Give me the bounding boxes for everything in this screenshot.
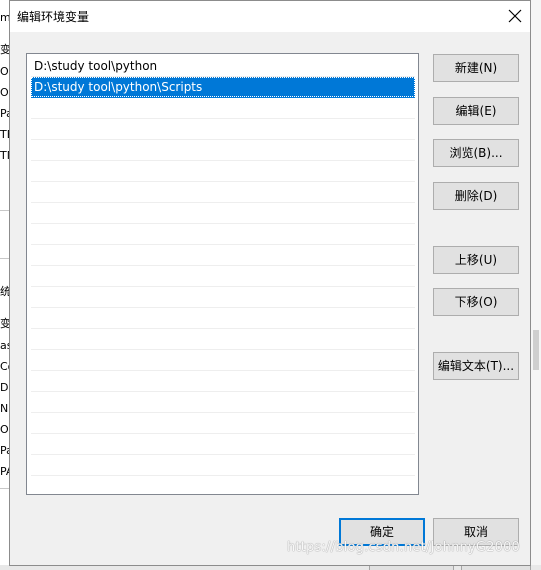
path-list[interactable]: D:\study tool\python D:\study tool\pytho… (26, 53, 419, 495)
path-list-empty-row[interactable] (31, 224, 415, 245)
path-list-empty-row[interactable] (31, 413, 415, 434)
edit-environment-variable-dialog: 编辑环境变量 D:\study tool\python D:\study too… (9, 0, 531, 566)
move-up-button[interactable]: 上移(U) (433, 246, 519, 274)
path-list-empty-row[interactable] (31, 350, 415, 371)
browse-button[interactable]: 浏览(B)... (433, 139, 519, 167)
path-list-empty-row[interactable] (31, 371, 415, 392)
path-list-empty-row[interactable] (31, 119, 415, 140)
background-window-right-edge (530, 0, 541, 570)
title-bar: 编辑环境变量 (10, 1, 530, 32)
edit-text-button[interactable]: 编辑文本(T)... (433, 352, 519, 380)
path-list-item[interactable]: D:\study tool\python (31, 56, 415, 77)
path-list-empty-row[interactable] (31, 266, 415, 287)
edit-button[interactable]: 编辑(E) (433, 97, 519, 125)
close-button[interactable] (501, 3, 529, 29)
path-list-empty-row[interactable] (31, 329, 415, 350)
path-list-empty-row[interactable] (31, 245, 415, 266)
dialog-title: 编辑环境变量 (17, 10, 90, 24)
move-down-button[interactable]: 下移(O) (433, 288, 519, 316)
path-list-empty-row[interactable] (31, 455, 415, 476)
path-list-empty-row[interactable] (31, 182, 415, 203)
path-list-empty-row[interactable] (31, 308, 415, 329)
close-icon (508, 9, 522, 23)
delete-button[interactable]: 删除(D) (433, 182, 519, 210)
path-value: D:\study tool\python\Scripts (34, 80, 203, 94)
path-list-empty-row[interactable] (31, 434, 415, 455)
path-list-empty-row[interactable] (31, 203, 415, 224)
path-list-empty-row[interactable] (31, 140, 415, 161)
path-list-empty-row[interactable] (31, 161, 415, 182)
path-list-empty-row[interactable] (31, 287, 415, 308)
background-scrollbar-thumb (533, 330, 539, 370)
path-list-empty-row[interactable] (31, 98, 415, 119)
path-list-item-selected[interactable]: D:\study tool\python\Scripts (31, 77, 415, 98)
path-list-empty-row[interactable] (31, 392, 415, 413)
watermark-text: https://blog.csdn.net/JohnnyG2000 (287, 540, 521, 555)
path-value: D:\study tool\python (34, 59, 158, 73)
new-button[interactable]: 新建(N) (433, 54, 519, 82)
